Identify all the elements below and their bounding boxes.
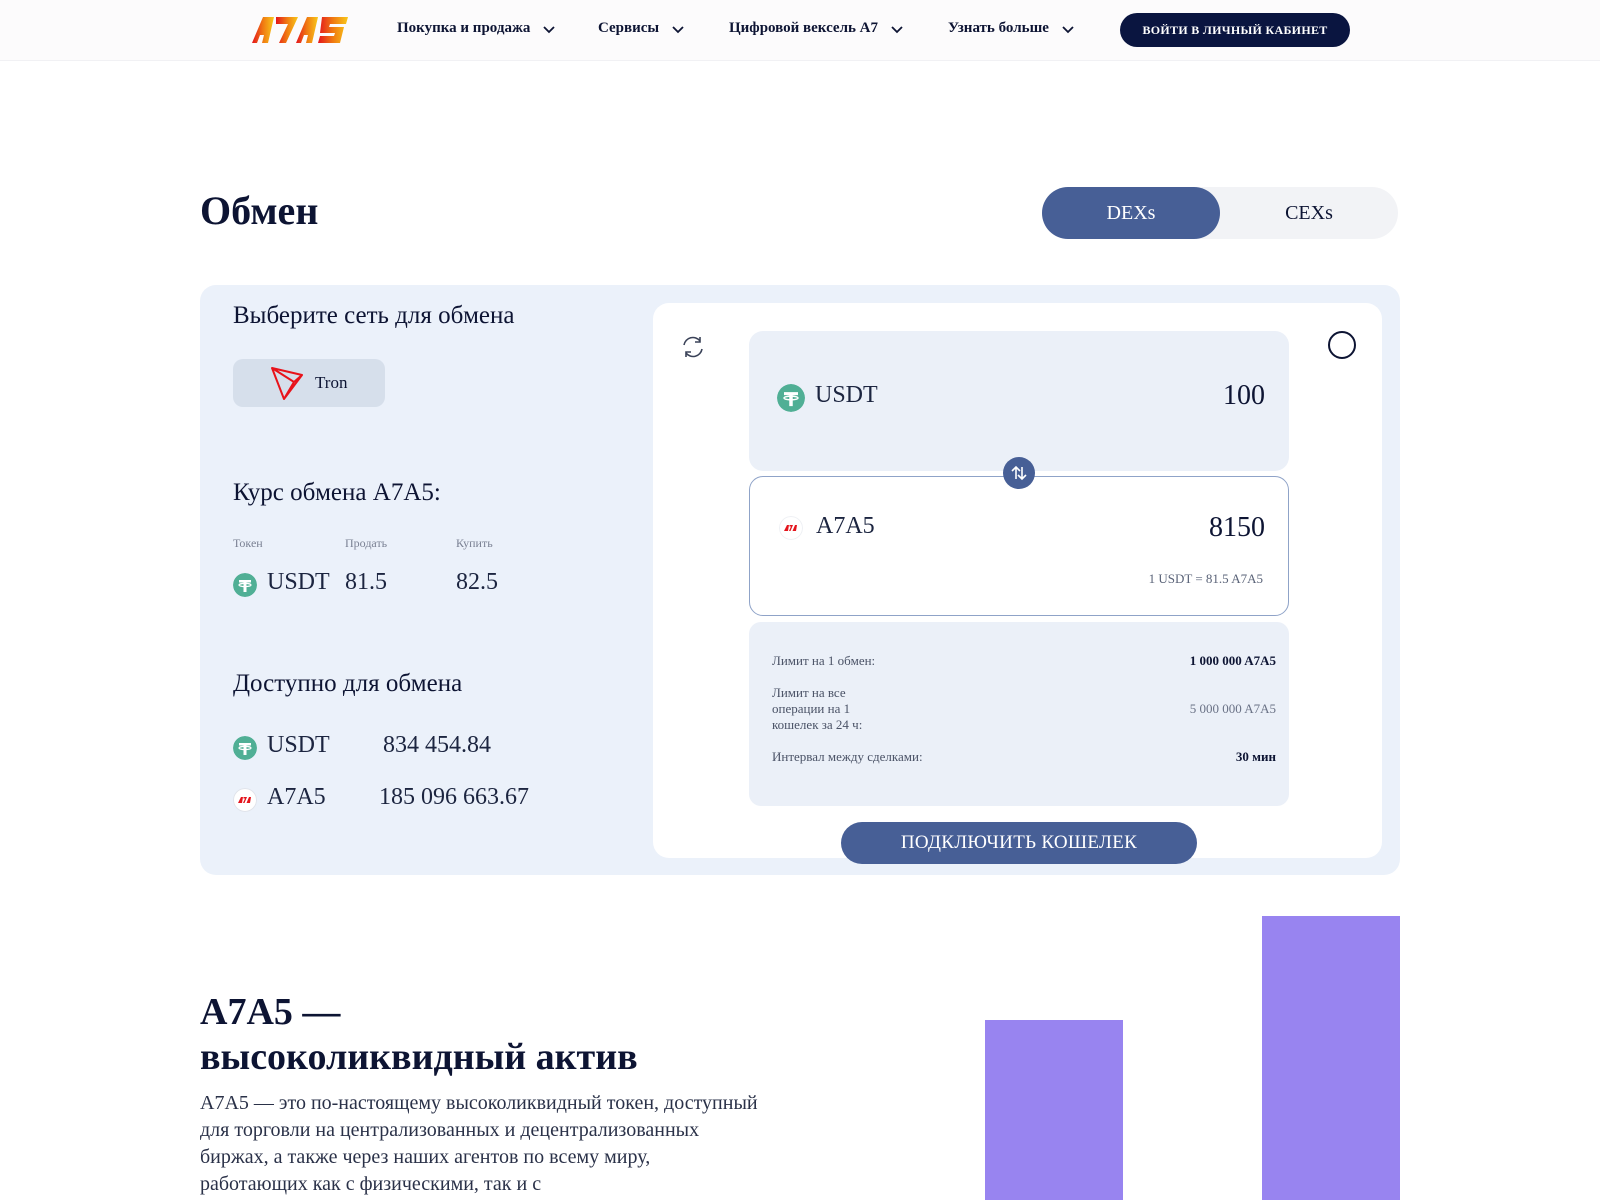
refresh-icon[interactable] <box>680 334 706 360</box>
rate-token: USDT <box>267 569 330 595</box>
limit-daily-label: Лимит на все операции на 1 кошелек за 24… <box>772 685 863 732</box>
settings-circle-icon[interactable] <box>1328 331 1356 359</box>
tab-dexs[interactable]: DEXs <box>1042 187 1220 239</box>
nav-digital-bill-label: Цифровой вексель А7 <box>729 20 879 36</box>
login-button[interactable]: ВОЙТИ В ЛИЧНЫЙ КАБИНЕТ <box>1120 13 1350 47</box>
limit-per-exchange-value: 1 000 000 A7A5 <box>1189 653 1276 668</box>
rate-header-token: Токен <box>233 536 263 550</box>
network-chip-tron[interactable]: Tron <box>233 359 385 407</box>
tether-icon <box>233 736 257 760</box>
chevron-down-icon <box>891 25 903 33</box>
a7a5-icon <box>233 788 257 812</box>
nav-services[interactable]: Сервисы <box>598 20 685 37</box>
network-chip-label: Tron <box>315 373 348 392</box>
tab-cexs[interactable]: CEXs <box>1220 187 1398 239</box>
network-title: Выберите сеть для обмена <box>233 302 515 329</box>
available-amount-usdt: 834 454.84 <box>383 732 491 758</box>
about-heading-line2: высоколиквидный актив <box>200 1036 638 1078</box>
about-heading: A7A5 — высоколиквидный актив <box>200 990 638 1080</box>
exchange-type-toggle: DEXs CEXs <box>1042 187 1398 239</box>
rate-header-buy: Купить <box>456 536 493 550</box>
nav-learn-more-label: Узнать больше <box>948 20 1049 36</box>
swap-direction-button[interactable] <box>1003 457 1035 489</box>
chevron-down-icon <box>543 25 555 33</box>
rate-title: Курс обмена A7A5: <box>233 479 441 506</box>
connect-wallet-button[interactable]: ПОДКЛЮЧИТЬ КОШЕЛЕК <box>841 822 1197 864</box>
rate-buy-value: 82.5 <box>456 569 498 595</box>
nav-digital-bill[interactable]: Цифровой вексель А7 <box>729 20 904 37</box>
about-paragraph: A7A5 — это по-настоящему высоколиквидный… <box>200 1092 758 1195</box>
from-amount-input[interactable]: 100 <box>1060 380 1265 412</box>
nav-buy-sell[interactable]: Покупка и продажа <box>397 20 556 37</box>
available-title: Доступно для обмена <box>233 670 463 697</box>
decorative-bar-left <box>985 1020 1123 1200</box>
available-token-usdt: USDT <box>267 732 330 758</box>
tron-icon <box>271 367 303 400</box>
nav-buy-sell-label: Покупка и продажа <box>397 20 531 36</box>
page-title: Обмен <box>200 188 319 233</box>
site-header: Покупка и продажа Сервисы Цифровой вексе… <box>0 0 1600 61</box>
available-amount-a7a5: 185 096 663.67 <box>379 784 529 810</box>
swap-icon <box>1011 465 1027 481</box>
rate-sell-value: 81.5 <box>345 569 387 595</box>
tether-icon <box>233 573 257 597</box>
available-token-a7a5: A7A5 <box>267 784 326 810</box>
about-heading-line1: A7A5 — <box>200 991 341 1033</box>
interval-value: 30 мин <box>1235 749 1276 764</box>
nav-learn-more[interactable]: Узнать больше <box>948 20 1075 37</box>
to-token-label: A7A5 <box>816 513 875 539</box>
a7a5-logo[interactable] <box>250 15 350 45</box>
to-token-box[interactable] <box>749 476 1289 616</box>
from-token-label: USDT <box>815 382 878 408</box>
interval-label: Интервал между сделками: <box>772 749 923 764</box>
tether-icon <box>777 384 805 412</box>
a7a5-icon <box>779 516 803 540</box>
to-amount-output: 8150 <box>1209 512 1265 543</box>
nav-services-label: Сервисы <box>598 20 660 36</box>
decorative-bar-right <box>1262 916 1400 1200</box>
chevron-down-icon <box>672 25 684 33</box>
chevron-down-icon <box>1062 25 1074 33</box>
rate-header-sell: Продать <box>345 536 388 550</box>
conversion-rate: 1 USDT = 81.5 A7A5 <box>1148 571 1263 586</box>
limit-daily-value: 5 000 000 A7A5 <box>1189 701 1276 716</box>
limit-per-exchange-label: Лимит на 1 обмен: <box>772 653 876 668</box>
